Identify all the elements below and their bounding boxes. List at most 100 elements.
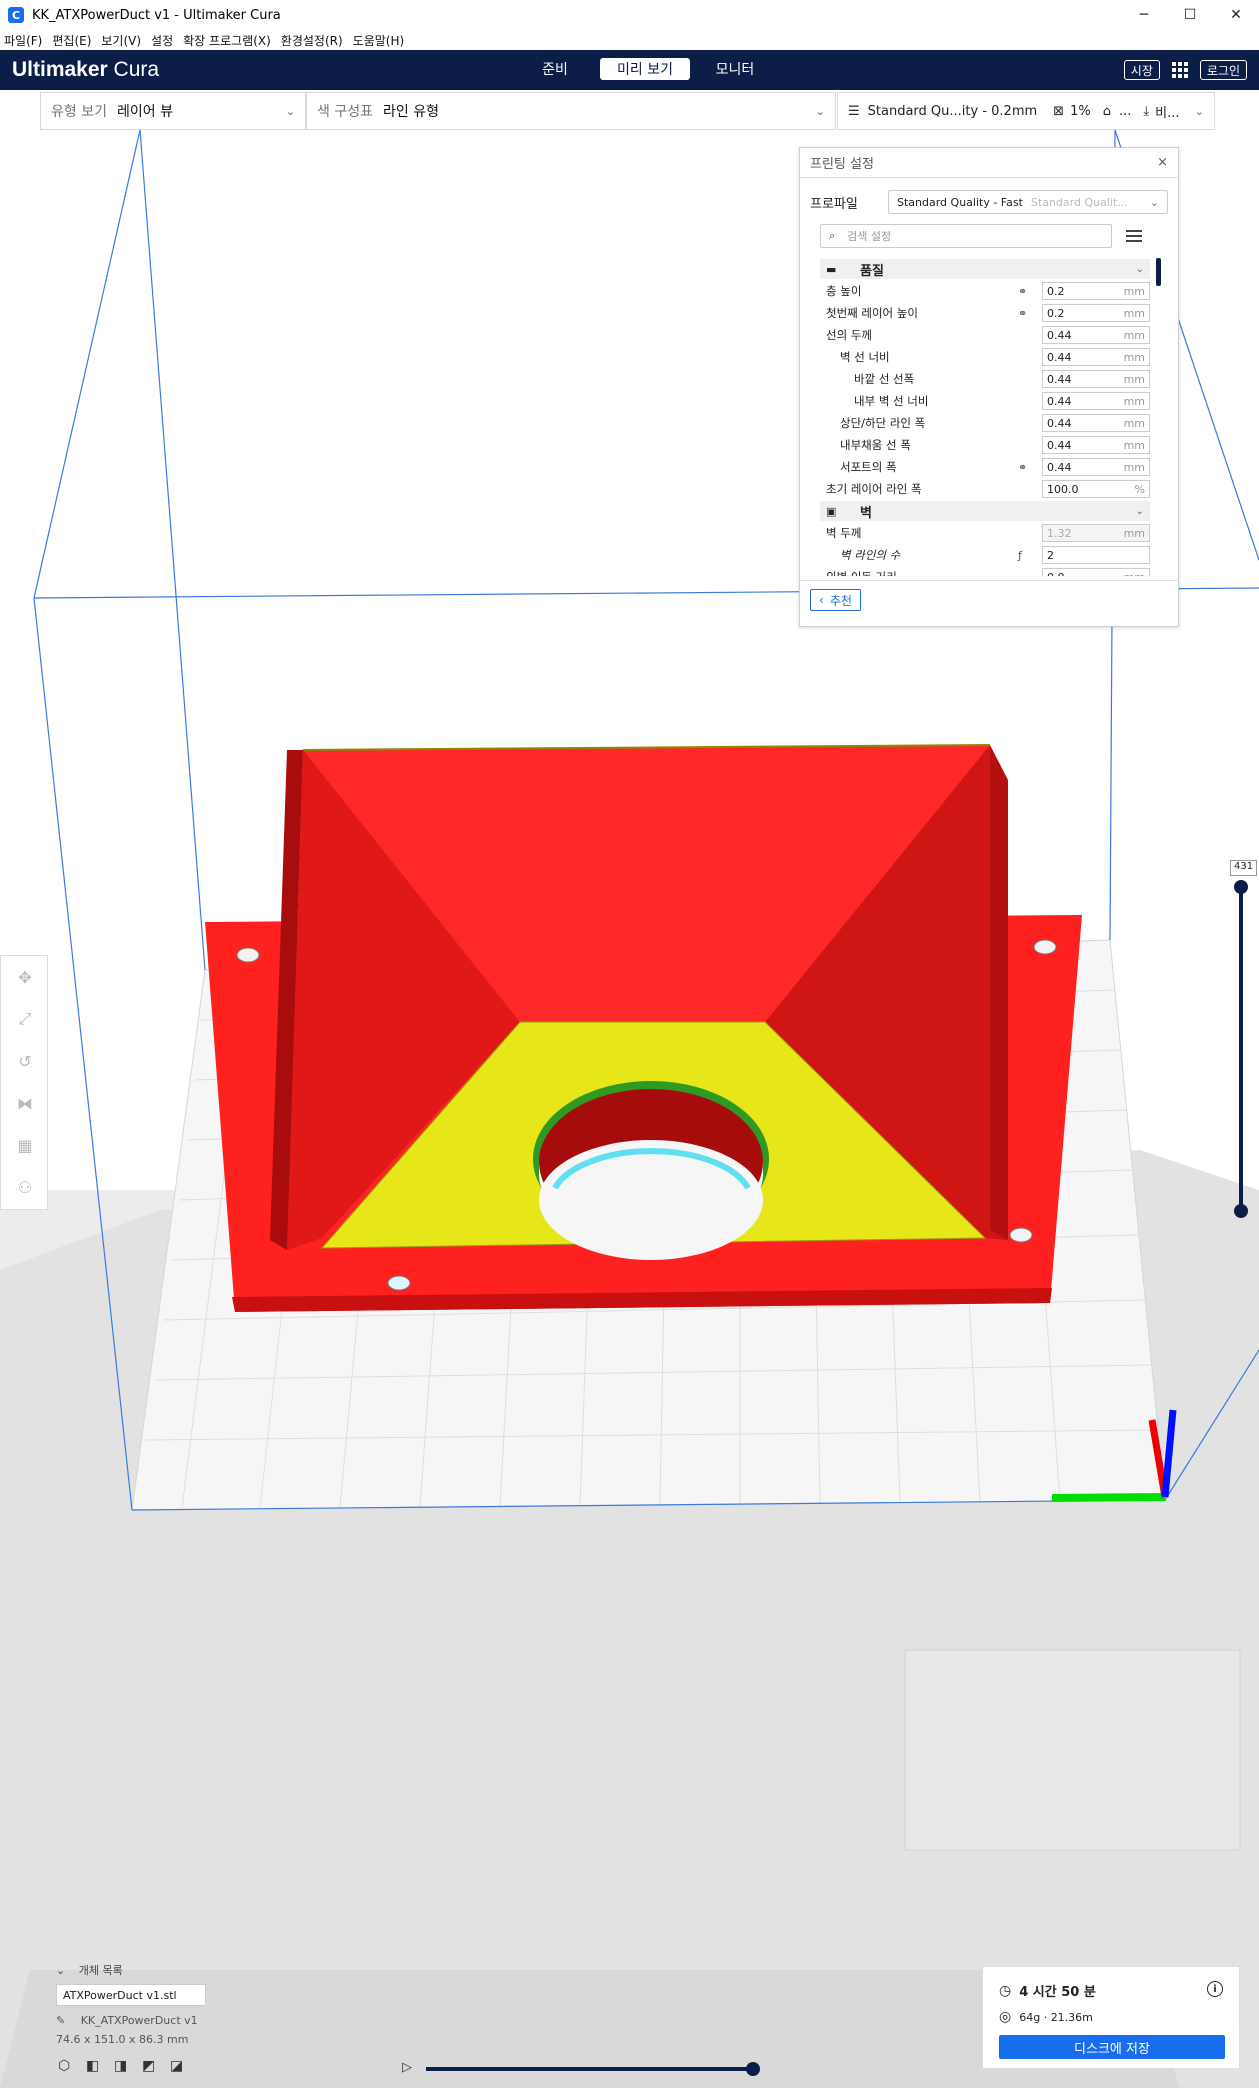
chevron-down-icon: ⌄ [1149, 195, 1159, 209]
search-placeholder: 검색 설정 [847, 230, 892, 243]
setting-label: 벽 두께 [826, 526, 862, 540]
object-list-header[interactable]: ⌄ 개체 목록 [56, 1962, 256, 1978]
link-icon[interactable]: ⚭ [1018, 307, 1027, 320]
view-type-value: 레이어 뷰 [116, 104, 173, 120]
setting-label: 내부 벽 선 너비 [854, 394, 929, 408]
pencil-icon: ✎ [56, 2014, 66, 2027]
profile-dropdown[interactable]: Standard Quality - Fast Standard Qualit.… [888, 190, 1168, 214]
setting-value-input[interactable]: 0.44 mm [1042, 326, 1150, 344]
path-slider-handle[interactable] [746, 2062, 760, 2076]
setting-row: 층 높이 ⚭ 0.2 mm [820, 280, 1150, 302]
formula-icon[interactable]: ƒ [1018, 549, 1022, 562]
brand-logo: Ultimaker Cura [12, 58, 160, 81]
layer-slider-top-handle[interactable] [1234, 880, 1248, 894]
apps-grid-icon[interactable] [1171, 62, 1188, 78]
tab-preview[interactable]: 미리 보기 [600, 58, 690, 80]
per-model-settings-icon[interactable]: ▦ [1, 1124, 49, 1166]
setting-label: 선의 두께 [826, 328, 872, 342]
settings-category[interactable]: ▣ 벽 ⌄ [820, 501, 1150, 521]
layer-slider-track[interactable] [1239, 886, 1243, 1211]
marketplace-button[interactable]: 시장 [1123, 60, 1160, 80]
color-scheme-dropdown[interactable]: 색 구성표 라인 유형 ⌄ [306, 92, 836, 130]
menu-settings[interactable]: 설정 [151, 32, 173, 49]
support-blocker-icon[interactable]: ⚇ [1, 1166, 49, 1208]
settings-category[interactable]: ▬ 품질 ⌄ [820, 259, 1150, 279]
close-icon[interactable]: × [1157, 155, 1168, 170]
profile-value: Standard Quality - Fast [897, 195, 1023, 209]
rotate-tool-icon[interactable]: ↺ [1, 1040, 49, 1082]
menu-preferences[interactable]: 환경설정(R) [281, 32, 343, 49]
panel-title: 프린팅 설정 [810, 157, 874, 172]
object-list-item[interactable]: ATXPowerDuct v1.stl [56, 1984, 206, 2006]
setting-label: 내부채움 선 폭 [840, 438, 911, 452]
setting-row: 선의 두께 0.44 mm [820, 324, 1150, 346]
infill-value: 1% [1070, 103, 1091, 119]
setting-value-input[interactable]: 0.44 mm [1042, 370, 1150, 388]
left-view-icon[interactable]: ◩ [142, 2058, 170, 2074]
setting-value-input[interactable]: 0.44 mm [1042, 348, 1150, 366]
layer-number-label[interactable]: 431 [1230, 860, 1258, 876]
profile-value-secondary: Standard Qualit... [1030, 195, 1128, 209]
link-icon[interactable]: ⚭ [1018, 461, 1027, 474]
wall-icon: ▣ [826, 504, 837, 518]
info-icon[interactable]: i [1207, 1981, 1223, 1997]
link-icon[interactable]: ⚭ [1018, 285, 1027, 298]
front-view-icon[interactable]: ◧ [86, 2058, 114, 2074]
setting-value-input[interactable]: 0.44 mm [1042, 436, 1150, 454]
chevron-down-icon: ⌄ [815, 104, 825, 118]
setting-value-input: 1.32 mm [1042, 524, 1150, 542]
close-window-button[interactable]: ✕ [1213, 0, 1259, 30]
menu-edit[interactable]: 편집(E) [52, 32, 91, 49]
print-settings-summary[interactable]: ☰ Standard Qu...ity - 0.2mm ⊠ 1% ⌂ ... ⤓… [837, 92, 1215, 130]
quality-icon: ▬ [826, 262, 837, 276]
chevron-down-icon: ⌄ [1194, 104, 1204, 118]
layer-slider-bottom-handle[interactable] [1234, 1204, 1248, 1218]
3d-view-icon[interactable]: ⬡ [58, 2058, 86, 2074]
setting-value-input[interactable]: 0.2 mm [1042, 282, 1150, 300]
search-settings-input[interactable]: ⌕ 검색 설정 [820, 224, 1112, 248]
setting-row: 벽 두께 1.32 mm [820, 522, 1150, 544]
window-titlebar: C KK_ATXPowerDuct v1 - Ultimaker Cura ─ … [0, 0, 1259, 30]
settings-list[interactable]: ▬ 품질 ⌄ 층 높이 ⚭ 0.2 mm 첫번째 레이어 높이 ⚭ 0.2 mm 선의 두께 0.44 m… [820, 258, 1150, 576]
setting-label: 초기 레이어 라인 폭 [826, 482, 922, 496]
tab-monitor[interactable]: 모니터 [690, 58, 780, 80]
setting-value-input[interactable]: 2 [1042, 546, 1150, 564]
settings-visibility-menu-icon[interactable] [1126, 230, 1142, 242]
setting-value-input[interactable]: 100.0% [1042, 480, 1150, 498]
settings-scrollbar[interactable] [1156, 258, 1161, 286]
maximize-button[interactable]: ☐ [1167, 0, 1213, 30]
material-usage: ◎ 64g · 21.36m [999, 2009, 1093, 2025]
recommended-button[interactable]: ‹ 추천 [810, 589, 861, 611]
minimize-button[interactable]: ─ [1121, 0, 1167, 30]
menu-extensions[interactable]: 확장 프로그램(X) [183, 32, 271, 49]
chevron-down-icon: ⌄ [56, 1964, 66, 1977]
login-button[interactable]: 로그인 [1199, 60, 1247, 80]
mirror-tool-icon[interactable]: ⧓ [1, 1082, 49, 1124]
scale-tool-icon[interactable]: ⤢ [1, 998, 49, 1040]
path-slider-track[interactable] [426, 2067, 752, 2071]
save-to-disk-button[interactable]: 디스크에 저장 [999, 2035, 1225, 2059]
menu-file[interactable]: 파일(F) [4, 32, 42, 49]
setting-value-input[interactable]: 0.44 mm [1042, 458, 1150, 476]
project-name[interactable]: ✎ KK_ATXPowerDuct v1 [56, 2014, 256, 2027]
spool-icon: ◎ [999, 2009, 1012, 2025]
setting-row: 벽 라인의 수 ƒ 2 [820, 544, 1150, 566]
play-icon[interactable]: ▷ [402, 2060, 412, 2075]
top-view-icon[interactable]: ◨ [114, 2058, 142, 2074]
color-scheme-value: 라인 유형 [382, 104, 439, 120]
profile-label: 프로파일 [810, 196, 858, 212]
tab-prepare[interactable]: 준비 [510, 58, 600, 80]
setting-value-input[interactable]: 0.44 mm [1042, 414, 1150, 432]
right-view-icon[interactable]: ◪ [170, 2058, 198, 2074]
view-type-dropdown[interactable]: 유형 보기 레이어 뷰 ⌄ [40, 92, 306, 130]
settings-category-label: 벽 [860, 505, 872, 521]
menu-view[interactable]: 보기(V) [101, 32, 141, 49]
menu-help[interactable]: 도움말(H) [353, 32, 405, 49]
tool-rail: ✥ ⤢ ↺ ⧓ ▦ ⚇ [0, 955, 48, 1210]
setting-value-input[interactable]: 0.44 mm [1042, 392, 1150, 410]
setting-value-input[interactable]: 0.2 mm [1042, 304, 1150, 322]
setting-row: 상단/하단 라인 폭 0.44 mm [820, 412, 1150, 434]
move-tool-icon[interactable]: ✥ [1, 956, 49, 998]
setting-label: 벽 라인의 수 [840, 548, 901, 562]
setting-value-input[interactable]: 0.0mm [1042, 568, 1150, 576]
